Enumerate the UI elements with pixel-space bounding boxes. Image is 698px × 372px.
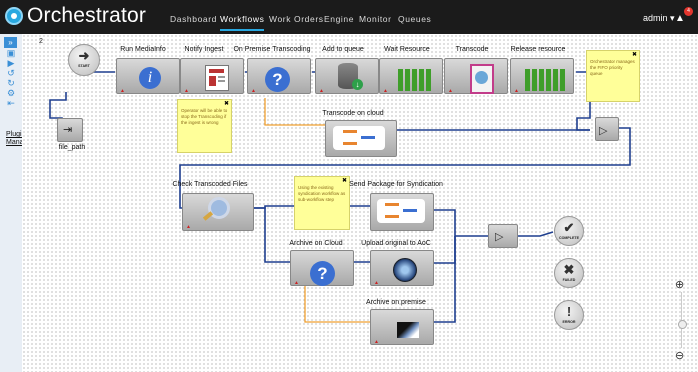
on-premise-transcoding-node[interactable]: ?: [247, 58, 311, 94]
complete-label: COMPLETE: [559, 236, 579, 240]
error-label: ERROR: [562, 320, 576, 324]
warning-icon: ▲: [448, 88, 453, 94]
add-to-queue-label: Add to queue: [322, 46, 364, 53]
storage-icon: [397, 322, 419, 338]
import-icon: ⇥: [63, 124, 73, 136]
run-mediainfo-node[interactable]: i: [116, 58, 180, 94]
archive-on-cloud-label: Archive on Cloud: [289, 240, 343, 247]
wait-resource-node[interactable]: [379, 58, 443, 94]
complete-node[interactable]: ✔ COMPLETE: [554, 216, 584, 246]
close-icon[interactable]: ✖: [632, 51, 637, 58]
on-premise-transcoding-label: On Premise Transcoding: [233, 46, 311, 53]
upload-original-label: Upload original to AoC: [361, 240, 431, 247]
info-icon: i: [139, 67, 161, 89]
send-package-label: Send Package for Syndication: [349, 181, 443, 188]
check-transcoded-files-node[interactable]: [182, 193, 254, 231]
download-icon: ↓: [352, 79, 363, 90]
wait-resource-label: Wait Resource: [384, 46, 430, 53]
send-package-node[interactable]: [370, 193, 434, 231]
resource-bars-icon: [525, 69, 565, 91]
file-path-node[interactable]: ⇥: [57, 118, 83, 142]
warning-icon: ▲: [186, 224, 191, 230]
error-node[interactable]: ! ERROR: [554, 300, 584, 330]
upload-original-node[interactable]: [370, 250, 434, 286]
transcode-node[interactable]: [444, 58, 508, 94]
globe-icon: [393, 258, 417, 282]
zoom-in-icon[interactable]: ⊕: [675, 278, 684, 291]
warning-icon: ▲: [374, 339, 379, 345]
add-to-queue-node[interactable]: ↓: [315, 58, 379, 94]
start-node[interactable]: ➜ START: [68, 44, 100, 76]
zoom-out-icon[interactable]: ⊖: [675, 349, 684, 362]
file-path-label: file_path: [58, 144, 86, 151]
release-resource-node[interactable]: [510, 58, 574, 94]
resource-bars-icon: [398, 69, 432, 91]
merge-gate-node[interactable]: ▷: [595, 117, 619, 141]
warning-icon: ▲: [319, 88, 324, 94]
transcode-label: Transcode: [455, 46, 489, 53]
zoom-slider-handle[interactable]: [678, 320, 687, 329]
transcode-on-cloud-label: Transcode on cloud: [322, 110, 384, 117]
failed-node[interactable]: ✖ FAILED: [554, 258, 584, 288]
archive-on-premise-label: Archive on premise: [366, 299, 426, 306]
or-gate-icon: ▷: [599, 125, 608, 137]
note-text: Orchestrator manages the FIFO priority q…: [590, 59, 635, 76]
transcode-on-cloud-node[interactable]: [325, 120, 397, 157]
x-icon: ✖: [563, 262, 575, 277]
run-mediainfo-label: Run MediaInfo: [120, 46, 166, 53]
document-icon: [205, 65, 229, 91]
release-resource-label: Release resource: [510, 46, 566, 53]
subflow-icon: [377, 199, 425, 223]
warning-icon: ▲: [294, 280, 299, 286]
note-syndication[interactable]: ✖ Using the existing syndication workflo…: [294, 176, 350, 230]
notify-ingest-node[interactable]: [180, 58, 244, 94]
question-icon: ?: [265, 67, 290, 92]
merge-gate-node[interactable]: ▷: [488, 224, 518, 248]
note-priority-queue[interactable]: ✖ Orchestrator manages the FIFO priority…: [586, 50, 640, 102]
warning-icon: ▲: [251, 88, 256, 94]
notify-ingest-label: Notify Ingest: [184, 46, 224, 53]
close-icon[interactable]: ✖: [342, 177, 347, 184]
warning-icon: ▲: [514, 88, 519, 94]
note-text: Using the existing syndication workflow …: [298, 185, 346, 202]
warning-icon: ▲: [184, 88, 189, 94]
warning-icon: ▲: [383, 88, 388, 94]
or-gate-icon: ▷: [495, 231, 504, 243]
warning-icon: ▲: [374, 280, 379, 286]
close-icon[interactable]: ✖: [224, 100, 229, 107]
transcode-app-icon: [470, 64, 494, 94]
check-transcoded-files-label: Check Transcoded Files: [172, 181, 248, 188]
question-icon: ?: [310, 261, 335, 286]
archive-on-premise-node[interactable]: [370, 309, 434, 345]
note-operator-stop[interactable]: ✖ Operator will be able to stop the Tran…: [177, 99, 232, 153]
check-icon: ✔: [563, 220, 575, 235]
warning-icon: ▲: [120, 88, 125, 94]
start-label: START: [78, 64, 90, 68]
exclamation-icon: !: [566, 304, 572, 319]
note-text: Operator will be able to stop the Transc…: [181, 108, 228, 125]
arrow-right-icon: ➜: [78, 48, 90, 63]
archive-on-cloud-node[interactable]: ?: [290, 250, 354, 286]
subflow-icon: [333, 126, 385, 150]
failed-label: FAILED: [562, 278, 576, 282]
